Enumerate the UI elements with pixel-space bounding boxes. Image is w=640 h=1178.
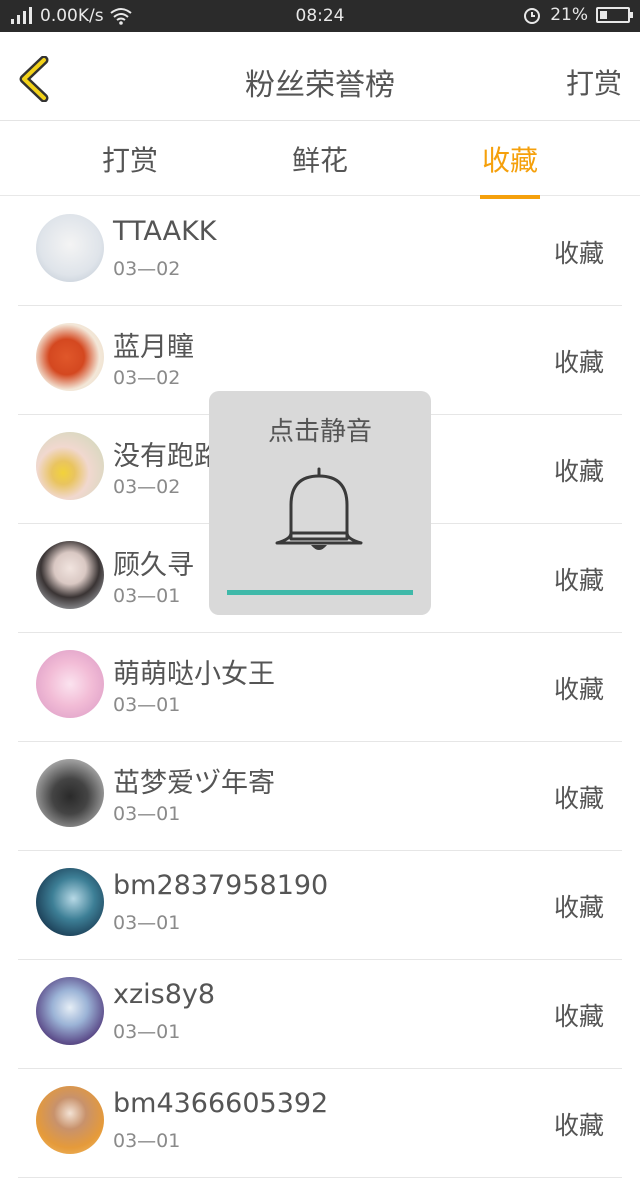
user-name: bm2837958190	[113, 870, 329, 901]
action-label: 收藏	[553, 239, 604, 268]
action-label: 收藏	[553, 1111, 604, 1140]
tab-tip[interactable]: 打赏	[70, 139, 190, 179]
mute-toast[interactable]: 点击静音	[209, 391, 431, 615]
action-label: 收藏	[553, 675, 604, 704]
page-title: 粉丝荣誉榜	[245, 68, 395, 103]
bell-icon	[275, 467, 363, 550]
avatar	[36, 323, 104, 391]
tab-label: 收藏	[481, 144, 538, 177]
list-item[interactable]: xzis8y8 03—01 收藏	[18, 959, 622, 1069]
list-item[interactable]: 茁梦爱ヅ年寄 03—01 收藏	[18, 741, 622, 851]
user-name: 顾久寻	[113, 550, 194, 581]
avatar	[36, 868, 104, 936]
date: 03—01	[113, 912, 181, 934]
action-label: 收藏	[553, 784, 604, 813]
tab-flowers[interactable]: 鲜花	[260, 139, 380, 179]
user-name: 茁梦爱ヅ年寄	[113, 768, 275, 799]
action-label: 收藏	[553, 893, 604, 922]
date: 03—01	[113, 1130, 181, 1152]
app-header: 粉丝荣誉榜 打赏	[0, 32, 640, 121]
user-name: 蓝月瞳	[113, 332, 194, 363]
tab-label: 鲜花	[291, 144, 348, 177]
mute-progress-bar	[227, 590, 413, 595]
action-label: 收藏	[553, 566, 604, 595]
tab-label: 打赏	[101, 144, 158, 177]
user-name: xzis8y8	[113, 979, 216, 1010]
status-bar: 0.00K/s 08:24 21%	[0, 0, 640, 32]
date: 03—01	[113, 694, 181, 716]
tab-favorites[interactable]: 收藏	[450, 139, 570, 199]
avatar	[36, 214, 104, 282]
date: 03—02	[113, 476, 181, 498]
mute-label: 点击静音	[267, 417, 372, 447]
action-label: 收藏	[553, 457, 604, 486]
battery-icon	[596, 7, 633, 23]
avatar	[36, 977, 104, 1045]
date: 03—01	[113, 1021, 181, 1043]
avatar	[36, 541, 104, 609]
tip-button[interactable]: 打赏	[566, 62, 622, 102]
date: 03—01	[113, 585, 181, 607]
tab-bar: 打赏 鲜花 收藏	[0, 121, 640, 199]
avatar	[36, 759, 104, 827]
avatar	[36, 650, 104, 718]
user-name: TTAAKK	[113, 216, 217, 247]
list-item[interactable]: TTAAKK 03—02 收藏	[18, 196, 622, 306]
date: 03—01	[113, 803, 181, 825]
list-item[interactable]: bm2837958190 03—01 收藏	[18, 850, 622, 960]
list-item[interactable]: 萌萌哒小女王 03—01 收藏	[18, 632, 622, 742]
action-label: 收藏	[553, 1002, 604, 1031]
list-item[interactable]: bm4366605392 03—01 收藏	[18, 1068, 622, 1178]
user-name: bm4366605392	[113, 1088, 329, 1119]
action-label: 收藏	[553, 348, 604, 377]
user-name: 萌萌哒小女王	[113, 659, 275, 690]
date: 03—02	[113, 367, 181, 389]
avatar	[36, 432, 104, 500]
alarm-icon	[524, 8, 541, 24]
date: 03—02	[113, 258, 181, 280]
battery-percent: 21%	[550, 5, 588, 25]
avatar	[36, 1086, 104, 1154]
